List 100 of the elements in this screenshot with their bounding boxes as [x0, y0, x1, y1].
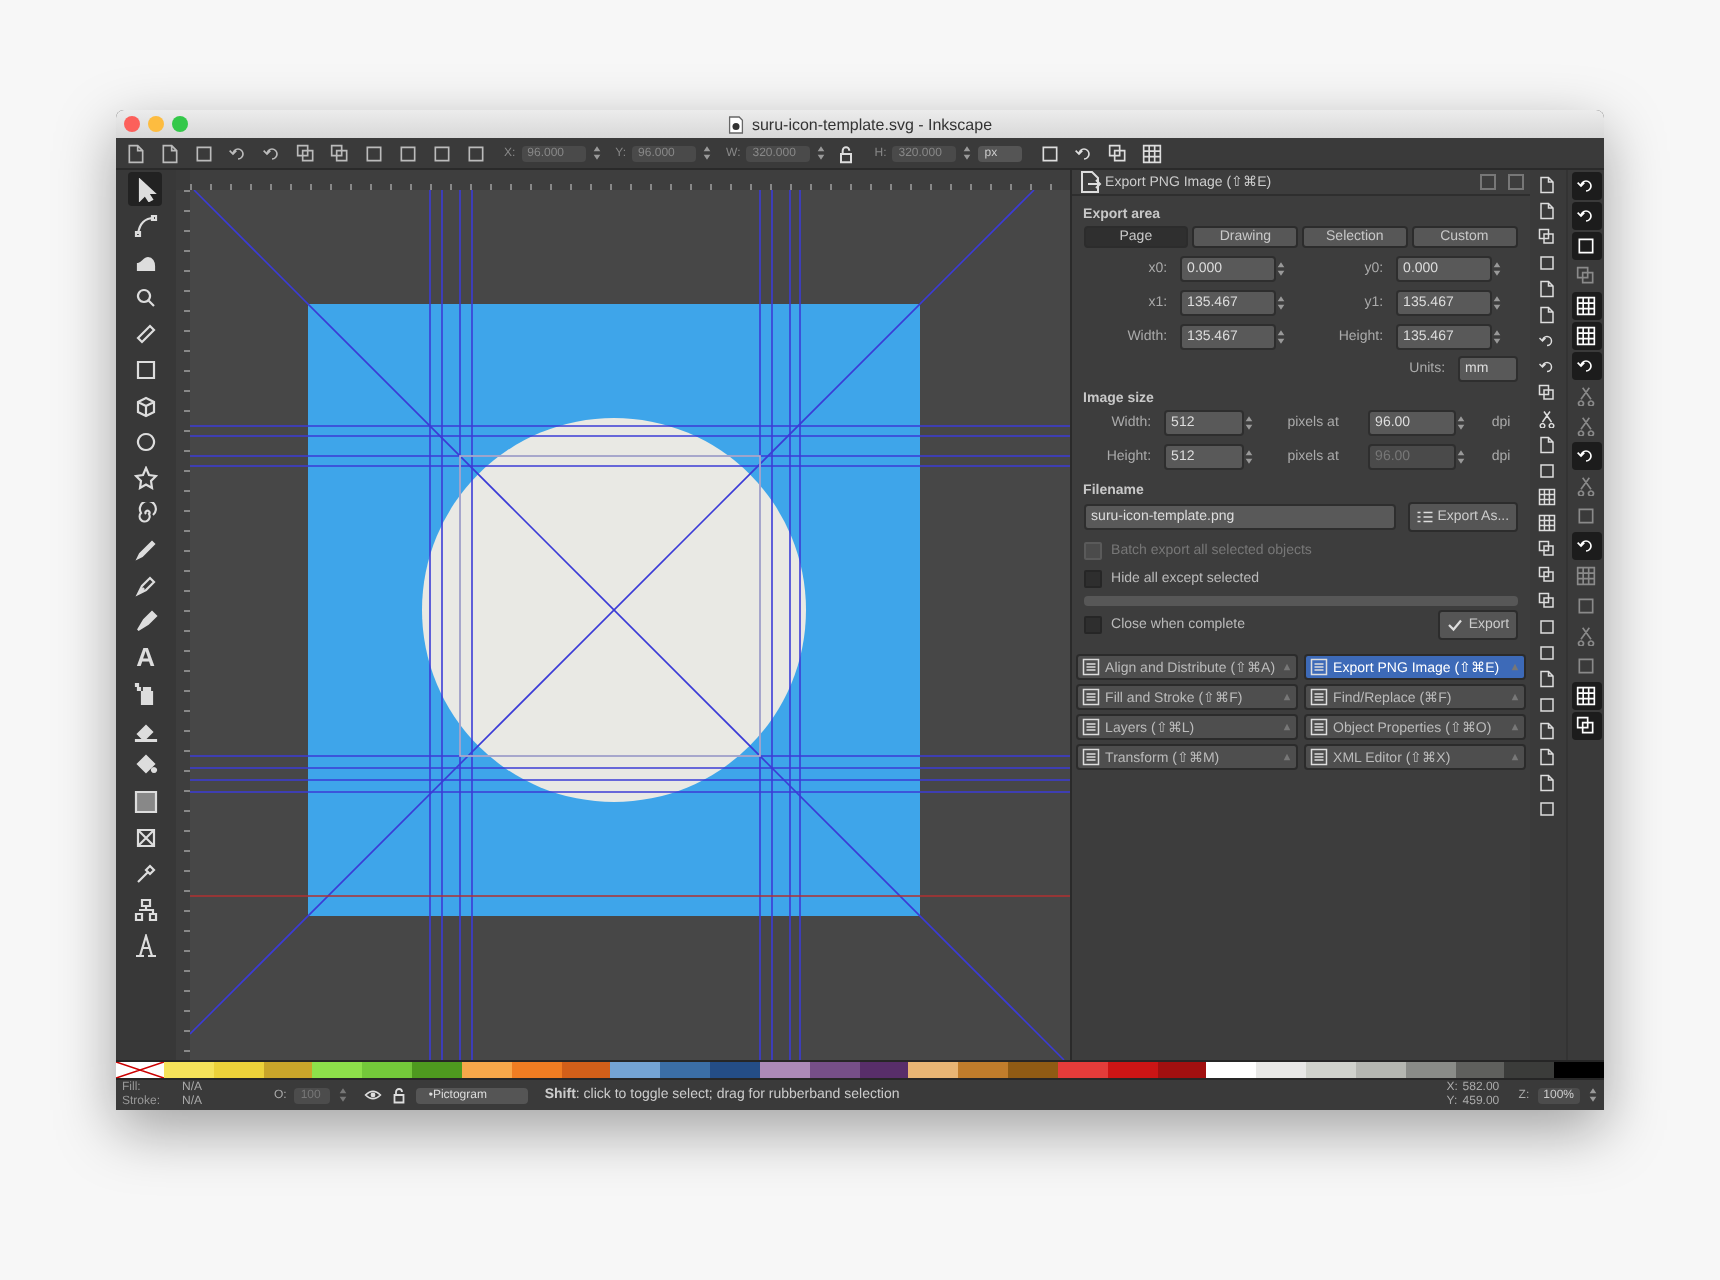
- color-swatch[interactable]: [1504, 1060, 1555, 1080]
- spinner-icon[interactable]: [962, 144, 973, 162]
- color-swatch[interactable]: [610, 1060, 661, 1080]
- lock-icon[interactable]: [836, 143, 857, 163]
- list-icon: [1081, 718, 1100, 736]
- curved-arrow-icon[interactable]: [1538, 332, 1557, 350]
- square-icon[interactable]: [1538, 800, 1557, 818]
- curved-arrow-icon[interactable]: [228, 143, 248, 163]
- curved-arrow-icon[interactable]: [1538, 358, 1557, 376]
- document-icon[interactable]: [1538, 670, 1557, 688]
- list-icon: [1415, 508, 1434, 526]
- layers-icon[interactable]: [1538, 228, 1557, 246]
- layers-icon[interactable]: [1538, 540, 1557, 558]
- document-icon[interactable]: [1538, 306, 1557, 324]
- layers-icon[interactable]: [1108, 143, 1129, 163]
- color-swatch[interactable]: [362, 1060, 413, 1080]
- document-icon[interactable]: [1538, 748, 1557, 766]
- document-icon[interactable]: [1538, 280, 1557, 298]
- color-swatch[interactable]: [1455, 1060, 1505, 1080]
- color-swatch[interactable]: [461, 1060, 512, 1080]
- color-swatch[interactable]: [908, 1060, 959, 1080]
- curved-arrow-icon[interactable]: [262, 143, 282, 163]
- snap-toggle[interactable]: [1571, 202, 1602, 230]
- spinner-icon[interactable]: [1588, 1086, 1598, 1104]
- lock-icon[interactable]: [390, 1086, 409, 1104]
- tool-button[interactable]: [128, 172, 163, 206]
- color-swatch[interactable]: [859, 1060, 909, 1080]
- color-swatch[interactable]: [1355, 1060, 1406, 1080]
- snap-toggle[interactable]: [1571, 682, 1602, 710]
- square-icon[interactable]: [364, 143, 384, 163]
- grid-icon[interactable]: [1142, 143, 1163, 163]
- spinner-icon[interactable]: [816, 144, 827, 162]
- square-icon[interactable]: [398, 143, 418, 163]
- color-swatch[interactable]: [263, 1060, 313, 1080]
- square-icon[interactable]: [1538, 462, 1557, 480]
- square-icon[interactable]: [1538, 644, 1557, 662]
- color-swatch[interactable]: [312, 1060, 363, 1080]
- spinner-icon[interactable]: [591, 144, 602, 162]
- color-swatch[interactable]: [1206, 1060, 1257, 1080]
- color-swatch[interactable]: [164, 1060, 214, 1080]
- close-button[interactable]: [1507, 174, 1524, 190]
- document-icon[interactable]: [1538, 774, 1557, 792]
- color-swatch[interactable]: [660, 1060, 711, 1080]
- color-swatch[interactable]: [1107, 1060, 1158, 1080]
- snap-toggle[interactable]: [1571, 172, 1602, 200]
- color-swatch[interactable]: [1554, 1060, 1604, 1080]
- document-icon[interactable]: [1538, 176, 1557, 194]
- square-icon: [1576, 506, 1597, 526]
- color-swatch[interactable]: [1057, 1060, 1108, 1080]
- no-paint-swatch[interactable]: [116, 1060, 164, 1080]
- color-swatch[interactable]: [1256, 1060, 1307, 1080]
- gradient-icon: [133, 789, 158, 813]
- scissors-icon[interactable]: [1538, 410, 1557, 428]
- square-icon[interactable]: [1040, 143, 1061, 163]
- color-swatch[interactable]: [710, 1060, 760, 1080]
- square-icon[interactable]: [1538, 696, 1557, 714]
- square-icon[interactable]: [1538, 254, 1557, 272]
- spinner-icon[interactable]: [702, 144, 713, 162]
- square-icon[interactable]: [466, 143, 486, 163]
- tool-button[interactable]: A: [128, 640, 163, 674]
- grid-icon[interactable]: [1538, 488, 1557, 506]
- curved-arrow-icon[interactable]: [1074, 143, 1095, 163]
- layers-icon[interactable]: [1538, 384, 1557, 402]
- tool-button[interactable]: [128, 460, 163, 494]
- color-swatch[interactable]: [958, 1060, 1009, 1080]
- document-icon[interactable]: [1538, 722, 1557, 740]
- layers-icon[interactable]: [296, 143, 316, 163]
- snap-toggle[interactable]: [1571, 712, 1602, 740]
- color-swatch[interactable]: [1306, 1060, 1356, 1080]
- color-swatch[interactable]: [1157, 1060, 1207, 1080]
- snap-toggle[interactable]: [1571, 442, 1602, 470]
- color-swatch[interactable]: [561, 1060, 611, 1080]
- color-swatch[interactable]: [1405, 1060, 1456, 1080]
- square-icon[interactable]: [194, 143, 214, 163]
- layers-icon[interactable]: [1538, 592, 1557, 610]
- grid-icon[interactable]: [1538, 514, 1557, 532]
- square-icon[interactable]: [1538, 618, 1557, 636]
- document-icon[interactable]: [1538, 436, 1557, 454]
- list-icon: [1081, 658, 1100, 676]
- snap-toggle[interactable]: [1571, 532, 1602, 560]
- layers-icon[interactable]: [330, 143, 350, 163]
- square-icon[interactable]: [432, 143, 452, 163]
- color-swatch[interactable]: [412, 1060, 462, 1080]
- snap-toggle[interactable]: [1571, 352, 1602, 380]
- spinner-icon[interactable]: [338, 1086, 349, 1104]
- curved-arrow-icon: [1576, 206, 1597, 226]
- snap-toggle[interactable]: [1571, 232, 1602, 260]
- snap-toggle[interactable]: [1571, 322, 1602, 350]
- color-swatch[interactable]: [213, 1060, 264, 1080]
- snap-toggle[interactable]: [1571, 292, 1602, 320]
- layers-icon[interactable]: [1538, 566, 1557, 584]
- color-swatch[interactable]: [809, 1060, 860, 1080]
- document-icon[interactable]: [160, 143, 180, 163]
- color-swatch[interactable]: [759, 1060, 810, 1080]
- color-swatch[interactable]: [511, 1060, 562, 1080]
- dock-button[interactable]: [1479, 174, 1496, 190]
- eye-icon[interactable]: [364, 1086, 383, 1104]
- document-icon[interactable]: [126, 143, 146, 163]
- document-icon[interactable]: [1538, 202, 1557, 220]
- color-swatch[interactable]: [1008, 1060, 1058, 1080]
